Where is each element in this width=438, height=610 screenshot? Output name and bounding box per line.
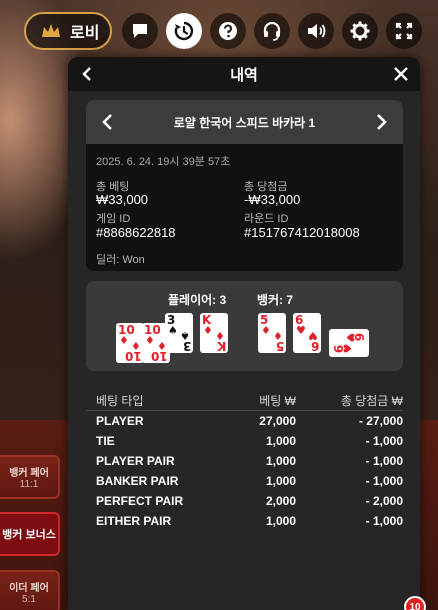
win-amount-cell: - 1,000	[365, 474, 403, 488]
bet-type-cell: PLAYER	[96, 414, 144, 428]
card-suit: ♦	[273, 329, 283, 342]
support-button[interactable]	[254, 13, 290, 49]
total-bet-value: ₩33,000	[96, 192, 149, 207]
back-arrow-icon[interactable]	[80, 66, 96, 82]
table-row: TIE 1,000 - 1,000	[86, 431, 403, 451]
side-bet-odds: 5:1	[22, 594, 36, 605]
volume-button[interactable]	[298, 13, 334, 49]
playing-card: K ♦ K ♦	[200, 313, 228, 353]
crown-icon	[42, 24, 60, 37]
top-toolbar: 로비	[24, 12, 438, 50]
bets-table-body: PLAYER 27,000- 27,000 TIE 1,000- 1,000 PLAYE…	[86, 411, 403, 531]
card-suit: ♥	[296, 324, 306, 337]
col-total-win: 총 당첨금 ₩	[340, 394, 403, 408]
card-suit: ♦	[131, 339, 141, 352]
help-icon	[219, 22, 237, 40]
bets-table-header: 베팅 타입 베팅 ₩ 총 당첨금 ₩	[86, 391, 403, 411]
col-bet-amount: 베팅 ₩	[259, 394, 296, 408]
banker-score: 뱅커: 7	[257, 293, 294, 307]
game-id-value: #8868622818	[96, 225, 176, 240]
history-button[interactable]	[166, 13, 202, 49]
win-amount-cell: - 1,000	[365, 454, 403, 468]
total-win-value: -₩33,000	[244, 192, 301, 207]
history-icon	[174, 21, 194, 41]
bet-amount-cell: 1,000	[265, 434, 296, 448]
card-suit: ♥	[343, 332, 357, 343]
bet-type-cell: BANKER PAIR	[96, 474, 179, 488]
settings-button[interactable]	[342, 13, 378, 49]
fullscreen-button[interactable]	[386, 13, 422, 49]
side-bet-label: 이더 페어	[9, 583, 49, 594]
history-modal: 내역 로얄 한국어 스피드 바카라 1 2025. 6. 24. 19시 39분…	[68, 57, 420, 610]
side-bet-odds: 11:1	[19, 479, 39, 490]
bet-amount-cell: 2,000	[265, 494, 296, 508]
bet-type-cell: TIE	[96, 434, 115, 448]
volume-icon	[308, 24, 326, 38]
round-date: 2025. 6. 24. 19시 39분 57초	[96, 156, 231, 168]
win-amount-cell: - 2,000	[365, 494, 403, 508]
settings-icon	[350, 21, 370, 41]
bet-type-cell: PERFECT PAIR	[96, 494, 184, 508]
round-id-value: #151767412018008	[244, 225, 360, 240]
card-suit: ♦	[145, 334, 155, 347]
card-suit: ♠	[168, 324, 178, 337]
card-suit: ♠	[180, 329, 190, 342]
modal-title: 내역	[230, 66, 258, 84]
chat-icon	[133, 24, 147, 38]
playing-card: 3 ♠ 3 ♠	[165, 313, 193, 353]
bet-amount-cell: 1,000	[265, 474, 296, 488]
side-bet-banker-pair[interactable]: 뱅커 페어 11:1	[0, 455, 60, 499]
bets-table: 베팅 타입 베팅 ₩ 총 당첨금 ₩ PLAYER 27,000 - 27,000 T…	[86, 391, 403, 531]
card-suit: ♦	[203, 324, 213, 337]
card-suit: ♥	[308, 329, 318, 342]
playing-card: 6 ♥ 6 ♥	[293, 313, 321, 353]
chevron-right-icon[interactable]	[371, 112, 391, 132]
game-id-label: 게임 ID	[96, 213, 131, 225]
playing-card: 6 ♥ 6 ♥	[329, 329, 369, 357]
table-row: PERFECT PAIR 2,000 - 2,000	[86, 491, 403, 511]
card-suit: ♦	[119, 334, 129, 347]
game-name: 로얄 한국어 스피드 바카라 1	[173, 115, 316, 130]
table-row: PLAYER PAIR 1,000 - 1,000	[86, 451, 403, 471]
lobby-label: 로비	[70, 25, 100, 42]
bet-type-cell: PLAYER PAIR	[96, 454, 175, 468]
table-row: BANKER PAIR 1,000 - 1,000	[86, 471, 403, 491]
player-score: 플레이어: 3	[168, 293, 227, 307]
bet-amount-cell: 1,000	[265, 514, 296, 528]
playing-card: 5 ♦ 5 ♦	[258, 313, 286, 353]
chevron-left-icon[interactable]	[98, 112, 118, 132]
bet-type-cell: EITHER PAIR	[96, 514, 172, 528]
modal-header: 내역	[68, 57, 420, 91]
win-amount-cell: - 1,000	[365, 434, 403, 448]
chat-button[interactable]	[122, 13, 158, 49]
card-suit: ♥	[341, 343, 355, 354]
side-bet-banker-bonus[interactable]: 뱅커 보너스	[0, 512, 60, 556]
bet-amount-cell: 1,000	[265, 454, 296, 468]
close-icon[interactable]	[392, 65, 410, 83]
win-amount-cell: - 1,000	[365, 514, 403, 528]
dealer-name: 딜러: Won	[96, 254, 145, 266]
side-bet-either-pair[interactable]: 이더 페어 5:1	[0, 570, 60, 610]
fullscreen-icon	[395, 22, 413, 40]
round-id-label: 라운드 ID	[244, 213, 289, 225]
round-details-panel: 로얄 한국어 스피드 바카라 1 2025. 6. 24. 19시 39분 57…	[86, 100, 403, 271]
headset-icon	[263, 21, 281, 41]
lobby-button[interactable]: 로비	[24, 12, 112, 50]
help-button[interactable]	[210, 13, 246, 49]
table-row: EITHER PAIR 1,000 - 1,000	[86, 511, 403, 531]
card-suit: ♦	[261, 324, 271, 337]
side-bet-label: 뱅커 페어	[9, 468, 49, 479]
side-bet-label: 뱅커 보너스	[2, 529, 56, 541]
win-amount-cell: - 27,000	[358, 414, 403, 428]
table-row: PLAYER 27,000 - 27,000	[86, 411, 403, 431]
hands-panel: 플레이어: 3 뱅커: 7 10 ♦ 10 ♦ 10 ♦ 10 ♦ 3 ♠ 3 ♠ K ♦ K ♦ 5 ♦ 5 ♦ 6…	[86, 281, 403, 371]
card-suit: ♦	[215, 329, 225, 342]
bet-amount-cell: 27,000	[259, 414, 296, 428]
playing-card: 10 ♦ 10 ♦	[116, 323, 144, 363]
col-bet-type: 베팅 타입	[96, 394, 144, 408]
game-navigator: 로얄 한국어 스피드 바카라 1	[86, 100, 403, 144]
